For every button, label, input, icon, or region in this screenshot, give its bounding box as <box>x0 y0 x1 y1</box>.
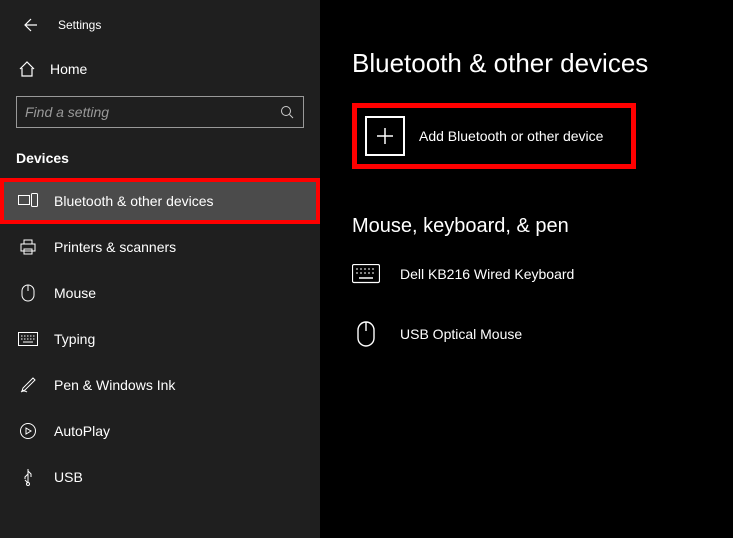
sidebar-item-typing[interactable]: Typing <box>0 316 320 362</box>
sidebar-item-usb[interactable]: USB <box>0 454 320 500</box>
add-device-label: Add Bluetooth or other device <box>419 128 603 144</box>
sidebar-item-printers[interactable]: Printers & scanners <box>0 224 320 270</box>
device-label: USB Optical Mouse <box>400 326 522 342</box>
pen-icon <box>18 375 38 395</box>
device-item[interactable]: Dell KB216 Wired Keyboard <box>352 260 733 288</box>
arrow-left-icon <box>21 17 37 33</box>
sidebar-item-bluetooth[interactable]: Bluetooth & other devices <box>0 178 320 224</box>
app-title: Settings <box>58 18 101 32</box>
sidebar-item-pen[interactable]: Pen & Windows Ink <box>0 362 320 408</box>
search-row <box>0 88 320 132</box>
page-title: Bluetooth & other devices <box>352 48 733 79</box>
plus-icon <box>365 116 405 156</box>
device-item[interactable]: USB Optical Mouse <box>352 320 733 348</box>
devices-icon <box>18 191 38 211</box>
home-icon <box>18 60 36 78</box>
sidebar-item-label: Pen & Windows Ink <box>54 377 175 393</box>
usb-icon <box>18 467 38 487</box>
back-button[interactable] <box>20 16 38 34</box>
sidebar-item-label: Mouse <box>54 285 96 301</box>
mouse-icon <box>18 283 38 303</box>
search-box[interactable] <box>16 96 304 128</box>
add-device-button[interactable]: Add Bluetooth or other device <box>352 103 636 169</box>
mouse-icon <box>352 320 380 348</box>
keyboard-icon <box>18 329 38 349</box>
titlebar: Settings <box>0 10 320 50</box>
sidebar-group-header: Devices <box>0 132 320 178</box>
printer-icon <box>18 237 38 257</box>
sidebar-item-mouse[interactable]: Mouse <box>0 270 320 316</box>
search-icon <box>279 104 295 120</box>
sidebar-item-label: USB <box>54 469 83 485</box>
nav-home[interactable]: Home <box>0 50 320 88</box>
sidebar-item-label: AutoPlay <box>54 423 110 439</box>
sidebar-item-label: Typing <box>54 331 95 347</box>
sidebar-item-label: Printers & scanners <box>54 239 176 255</box>
search-input[interactable] <box>25 104 265 120</box>
main-content: Bluetooth & other devices Add Bluetooth … <box>320 0 733 538</box>
autoplay-icon <box>18 421 38 441</box>
sidebar: Settings Home Devices Bluetooth & other … <box>0 0 320 538</box>
device-label: Dell KB216 Wired Keyboard <box>400 266 574 282</box>
section-header: Mouse, keyboard, & pen <box>352 215 733 238</box>
keyboard-icon <box>352 260 380 288</box>
sidebar-item-autoplay[interactable]: AutoPlay <box>0 408 320 454</box>
nav-home-label: Home <box>50 61 87 77</box>
sidebar-item-label: Bluetooth & other devices <box>54 193 214 209</box>
